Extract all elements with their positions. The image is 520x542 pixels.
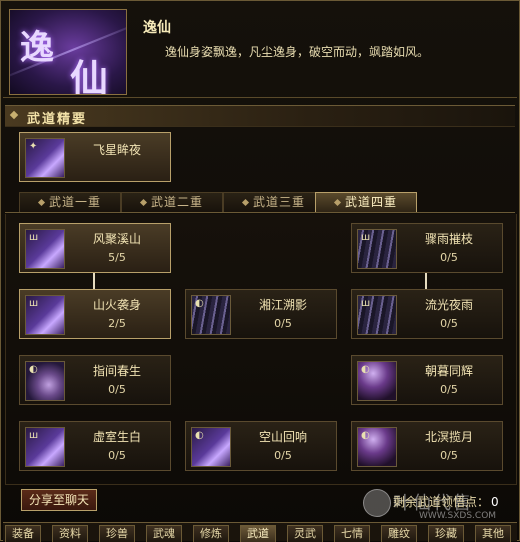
skill-level: 5/5 xyxy=(108,251,126,264)
skill-slot[interactable]: ш 流光夜雨 0/5 xyxy=(351,289,503,339)
emblem-char-2: 仙 xyxy=(70,56,109,95)
blade-skill-icon: ш xyxy=(25,427,65,467)
school-emblem: 逸 仙 xyxy=(9,9,127,95)
remaining-points: 剩余武道领悟点： 0 xyxy=(393,493,499,510)
tab-martial-soul[interactable]: 武魂 xyxy=(146,525,182,542)
skill-name: 指间春生 xyxy=(92,364,141,378)
skill-slot[interactable]: ◐ 北溟揽月 0/5 xyxy=(351,421,503,471)
tab-equipment[interactable]: 装备 xyxy=(5,525,41,542)
night-star-skill-icon: ✦ xyxy=(25,138,65,178)
bottom-tab-bar: 装备 资料 珍兽 武魂 修炼 武道 灵武 七情 雕纹 珍藏 其他 xyxy=(3,522,517,542)
tier-tabs: 武道一重 武道二重 武道三重 武道四重 xyxy=(5,192,515,213)
special-skill-name: 飞星眸夜 xyxy=(92,143,141,157)
tab-profile[interactable]: 资料 xyxy=(52,525,88,542)
tab-emotions[interactable]: 七情 xyxy=(334,525,370,542)
skill-level: 0/5 xyxy=(274,317,292,330)
skill-slot[interactable]: ш 山火袭身 2/5 xyxy=(19,289,171,339)
tab-tier-2[interactable]: 武道二重 xyxy=(121,192,223,212)
skill-connector xyxy=(93,271,95,289)
share-to-chat-button[interactable]: 分享至聊天 xyxy=(21,489,97,511)
skill-name: 空山回响 xyxy=(258,430,307,444)
vortex-skill-icon: ◐ xyxy=(357,427,397,467)
section-header: 武道精要 xyxy=(5,105,515,127)
skill-level: 0/5 xyxy=(440,449,458,462)
character-panel: 逸 仙 逸仙 逸仙身姿飘逸，凡尘逸身，破空而动，飒踏如风。 武道精要 ✦ 飞星眸… xyxy=(0,0,520,542)
tab-tier-3[interactable]: 武道三重 xyxy=(223,192,325,212)
skill-level: 0/5 xyxy=(274,449,292,462)
skill-slot[interactable]: ◐ 空山回响 0/5 xyxy=(185,421,337,471)
school-title: 逸仙 xyxy=(143,20,171,36)
skill-slot[interactable]: ◐ 湘江溯影 0/5 xyxy=(185,289,337,339)
emblem-char-1: 逸 xyxy=(20,28,54,68)
wind-skill-icon: ш xyxy=(25,229,65,269)
skill-slot[interactable]: ◐ 指间春生 0/5 xyxy=(19,355,171,405)
skill-level: 0/5 xyxy=(440,317,458,330)
fire-skill-icon: ш xyxy=(25,295,65,335)
tab-tier-1[interactable]: 武道一重 xyxy=(19,192,121,212)
skill-name: 朝暮同辉 xyxy=(424,364,473,378)
watermark-url: WWW.SXDS.COM xyxy=(419,511,497,521)
skill-name: 风聚溪山 xyxy=(92,232,141,246)
skill-slot[interactable]: ш 骤雨摧枝 0/5 xyxy=(351,223,503,273)
skill-level: 2/5 xyxy=(108,317,126,330)
skill-name: 流光夜雨 xyxy=(424,298,473,312)
skill-slot[interactable]: ◐ 朝暮同辉 0/5 xyxy=(351,355,503,405)
skill-level: 0/5 xyxy=(440,383,458,396)
diamond-icon xyxy=(9,110,19,120)
skill-level: 0/5 xyxy=(108,383,126,396)
remaining-points-label: 剩余武道领悟点： xyxy=(393,495,490,509)
streak-skill-icon: ш xyxy=(357,295,397,335)
shadow-skill-icon: ◐ xyxy=(191,295,231,335)
skill-connector xyxy=(425,271,427,289)
moon-skill-icon: ◐ xyxy=(357,361,397,401)
skill-name: 骤雨摧枝 xyxy=(424,232,473,246)
header: 逸 仙 逸仙 逸仙身姿飘逸，凡尘逸身，破空而动，飒踏如风。 xyxy=(3,3,517,98)
tab-pets[interactable]: 珍兽 xyxy=(99,525,135,542)
skill-name: 湘江溯影 xyxy=(258,298,307,312)
rain-skill-icon: ш xyxy=(357,229,397,269)
remaining-points-value: 0 xyxy=(491,495,499,509)
tab-cultivation[interactable]: 修炼 xyxy=(193,525,229,542)
tab-engraving[interactable]: 雕纹 xyxy=(381,525,417,542)
skill-name: 虚室生白 xyxy=(92,430,141,444)
section-title: 武道精要 xyxy=(27,112,88,127)
tab-spirit-weapon[interactable]: 灵武 xyxy=(287,525,323,542)
school-description: 逸仙身姿飘逸，凡尘逸身，破空而动，飒踏如风。 xyxy=(165,45,430,59)
skill-name: 北溟揽月 xyxy=(424,430,473,444)
skill-slot[interactable]: ш 风聚溪山 5/5 xyxy=(19,223,171,273)
tab-other[interactable]: 其他 xyxy=(475,525,511,542)
skill-level: 0/5 xyxy=(440,251,458,264)
skill-name: 山火袭身 xyxy=(92,298,141,312)
echo-skill-icon: ◐ xyxy=(191,427,231,467)
tab-tier-4[interactable]: 武道四重 xyxy=(315,192,417,212)
special-skill[interactable]: ✦ 飞星眸夜 xyxy=(19,132,171,182)
tab-collection[interactable]: 珍藏 xyxy=(428,525,464,542)
swirl-skill-icon: ◐ xyxy=(25,361,65,401)
tab-martial-way[interactable]: 武道 xyxy=(240,525,276,542)
watermark-logo-icon xyxy=(363,489,391,517)
skill-slot[interactable]: ш 虚室生白 0/5 xyxy=(19,421,171,471)
skill-level: 0/5 xyxy=(108,449,126,462)
